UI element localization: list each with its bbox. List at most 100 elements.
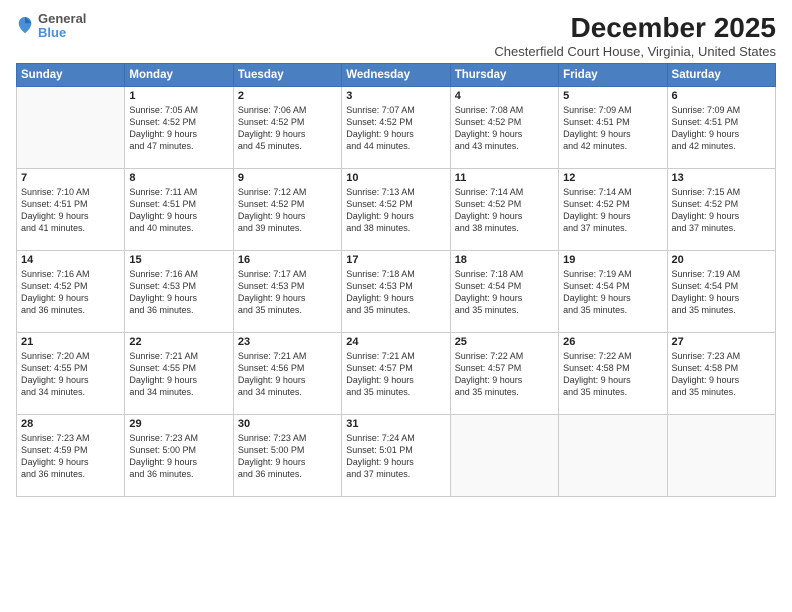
day-info: Sunrise: 7:09 AMSunset: 4:51 PMDaylight:… <box>672 104 771 153</box>
day-number: 21 <box>21 336 120 348</box>
day-info: Sunrise: 7:20 AMSunset: 4:55 PMDaylight:… <box>21 350 120 399</box>
day-cell: 5 Sunrise: 7:09 AMSunset: 4:51 PMDaylight… <box>559 87 667 169</box>
day-cell: 24Sunrise: 7:21 AMSunset: 4:57 PMDayligh… <box>342 333 450 415</box>
logo-blue: Blue <box>38 26 86 40</box>
day-cell: 12Sunrise: 7:14 AMSunset: 4:52 PMDayligh… <box>559 169 667 251</box>
day-cell: 7 Sunrise: 7:10 AMSunset: 4:51 PMDaylight… <box>17 169 125 251</box>
day-info: Sunrise: 7:16 AMSunset: 4:52 PMDaylight:… <box>21 268 120 317</box>
day-number: 17 <box>346 254 445 266</box>
day-number: 13 <box>672 172 771 184</box>
day-number: 31 <box>346 418 445 430</box>
day-number: 16 <box>238 254 337 266</box>
day-number: 24 <box>346 336 445 348</box>
day-cell: 19Sunrise: 7:19 AMSunset: 4:54 PMDayligh… <box>559 251 667 333</box>
day-number: 3 <box>346 90 445 102</box>
day-cell: 17 Sunrise: 7:18 AMSunset: 4:53 PMDayligh… <box>342 251 450 333</box>
day-cell <box>559 415 667 497</box>
day-cell: 8 Sunrise: 7:11 AMSunset: 4:51 PMDaylight… <box>125 169 233 251</box>
day-number: 10 <box>346 172 445 184</box>
day-info: Sunrise: 7:23 AMSunset: 5:00 PMDaylight:… <box>238 432 337 481</box>
col-sunday: Sunday <box>17 64 125 87</box>
page: General Blue December 2025 Chesterfield … <box>0 0 792 612</box>
day-info: Sunrise: 7:23 AMSunset: 4:59 PMDaylight:… <box>21 432 120 481</box>
day-info: Sunrise: 7:13 AMSunset: 4:52 PMDaylight:… <box>346 186 445 235</box>
day-cell: 16Sunrise: 7:17 AMSunset: 4:53 PMDayligh… <box>233 251 341 333</box>
day-number: 26 <box>563 336 662 348</box>
day-info: Sunrise: 7:07 AMSunset: 4:52 PMDaylight:… <box>346 104 445 153</box>
day-info: Sunrise: 7:15 AMSunset: 4:52 PMDaylight:… <box>672 186 771 235</box>
day-number: 4 <box>455 90 554 102</box>
col-saturday: Saturday <box>667 64 775 87</box>
day-number: 28 <box>21 418 120 430</box>
day-cell: 25 Sunrise: 7:22 AMSunset: 4:57 PMDayligh… <box>450 333 558 415</box>
day-number: 29 <box>129 418 228 430</box>
day-cell: 22 Sunrise: 7:21 AMSunset: 4:55 PMDayligh… <box>125 333 233 415</box>
day-cell: 15 Sunrise: 7:16 AMSunset: 4:53 PMDayligh… <box>125 251 233 333</box>
col-wednesday: Wednesday <box>342 64 450 87</box>
day-number: 5 <box>563 90 662 102</box>
day-cell: 6 Sunrise: 7:09 AMSunset: 4:51 PMDaylight… <box>667 87 775 169</box>
day-info: Sunrise: 7:22 AMSunset: 4:58 PMDaylight:… <box>563 350 662 399</box>
day-info: Sunrise: 7:21 AMSunset: 4:56 PMDaylight:… <box>238 350 337 399</box>
day-info: Sunrise: 7:22 AMSunset: 4:57 PMDaylight:… <box>455 350 554 399</box>
day-number: 25 <box>455 336 554 348</box>
logo: General Blue <box>16 12 86 41</box>
day-info: Sunrise: 7:14 AMSunset: 4:52 PMDaylight:… <box>563 186 662 235</box>
day-cell: 14Sunrise: 7:16 AMSunset: 4:52 PMDayligh… <box>17 251 125 333</box>
logo-icon <box>16 15 34 37</box>
col-monday: Monday <box>125 64 233 87</box>
day-info: Sunrise: 7:08 AMSunset: 4:52 PMDaylight:… <box>455 104 554 153</box>
day-cell: 29 Sunrise: 7:23 AMSunset: 5:00 PMDayligh… <box>125 415 233 497</box>
week-row-4: 28 Sunrise: 7:23 AMSunset: 4:59 PMDayligh… <box>17 415 776 497</box>
day-info: Sunrise: 7:11 AMSunset: 4:51 PMDaylight:… <box>129 186 228 235</box>
day-number: 18 <box>455 254 554 266</box>
day-number: 20 <box>672 254 771 266</box>
day-number: 2 <box>238 90 337 102</box>
day-info: Sunrise: 7:09 AMSunset: 4:51 PMDaylight:… <box>563 104 662 153</box>
day-cell: 18Sunrise: 7:18 AMSunset: 4:54 PMDayligh… <box>450 251 558 333</box>
day-cell: 27 Sunrise: 7:23 AMSunset: 4:58 PMDayligh… <box>667 333 775 415</box>
day-cell: 10 Sunrise: 7:13 AMSunset: 4:52 PMDayligh… <box>342 169 450 251</box>
day-cell: 9 Sunrise: 7:12 AMSunset: 4:52 PMDaylight… <box>233 169 341 251</box>
day-cell: 11Sunrise: 7:14 AMSunset: 4:52 PMDayligh… <box>450 169 558 251</box>
col-friday: Friday <box>559 64 667 87</box>
header-row: Sunday Monday Tuesday Wednesday Thursday… <box>17 64 776 87</box>
day-cell <box>450 415 558 497</box>
day-cell <box>667 415 775 497</box>
day-info: Sunrise: 7:14 AMSunset: 4:52 PMDaylight:… <box>455 186 554 235</box>
day-number: 9 <box>238 172 337 184</box>
day-info: Sunrise: 7:06 AMSunset: 4:52 PMDaylight:… <box>238 104 337 153</box>
day-number: 15 <box>129 254 228 266</box>
day-cell: 20Sunrise: 7:19 AMSunset: 4:54 PMDayligh… <box>667 251 775 333</box>
day-info: Sunrise: 7:21 AMSunset: 4:55 PMDaylight:… <box>129 350 228 399</box>
day-cell: 4 Sunrise: 7:08 AMSunset: 4:52 PMDaylight… <box>450 87 558 169</box>
day-cell <box>17 87 125 169</box>
subtitle: Chesterfield Court House, Virginia, Unit… <box>494 44 776 59</box>
day-info: Sunrise: 7:23 AMSunset: 5:00 PMDaylight:… <box>129 432 228 481</box>
day-number: 6 <box>672 90 771 102</box>
week-row-1: 7 Sunrise: 7:10 AMSunset: 4:51 PMDaylight… <box>17 169 776 251</box>
title-area: December 2025 Chesterfield Court House, … <box>494 12 776 59</box>
day-info: Sunrise: 7:12 AMSunset: 4:52 PMDaylight:… <box>238 186 337 235</box>
day-info: Sunrise: 7:18 AMSunset: 4:53 PMDaylight:… <box>346 268 445 317</box>
day-cell: 1Sunrise: 7:05 AMSunset: 4:52 PMDaylight… <box>125 87 233 169</box>
day-cell: 26 Sunrise: 7:22 AMSunset: 4:58 PMDayligh… <box>559 333 667 415</box>
day-cell: 3 Sunrise: 7:07 AMSunset: 4:52 PMDaylight… <box>342 87 450 169</box>
day-number: 22 <box>129 336 228 348</box>
logo-general: General <box>38 12 86 26</box>
day-cell: 13 Sunrise: 7:15 AMSunset: 4:52 PMDayligh… <box>667 169 775 251</box>
day-info: Sunrise: 7:19 AMSunset: 4:54 PMDaylight:… <box>563 268 662 317</box>
day-info: Sunrise: 7:10 AMSunset: 4:51 PMDaylight:… <box>21 186 120 235</box>
week-row-0: 1Sunrise: 7:05 AMSunset: 4:52 PMDaylight… <box>17 87 776 169</box>
day-number: 1 <box>129 90 228 102</box>
day-number: 27 <box>672 336 771 348</box>
day-cell: 28 Sunrise: 7:23 AMSunset: 4:59 PMDayligh… <box>17 415 125 497</box>
day-info: Sunrise: 7:16 AMSunset: 4:53 PMDaylight:… <box>129 268 228 317</box>
day-number: 8 <box>129 172 228 184</box>
col-tuesday: Tuesday <box>233 64 341 87</box>
day-number: 7 <box>21 172 120 184</box>
day-info: Sunrise: 7:23 AMSunset: 4:58 PMDaylight:… <box>672 350 771 399</box>
logo-text: General Blue <box>38 12 86 41</box>
week-row-3: 21 Sunrise: 7:20 AMSunset: 4:55 PMDayligh… <box>17 333 776 415</box>
week-row-2: 14Sunrise: 7:16 AMSunset: 4:52 PMDayligh… <box>17 251 776 333</box>
